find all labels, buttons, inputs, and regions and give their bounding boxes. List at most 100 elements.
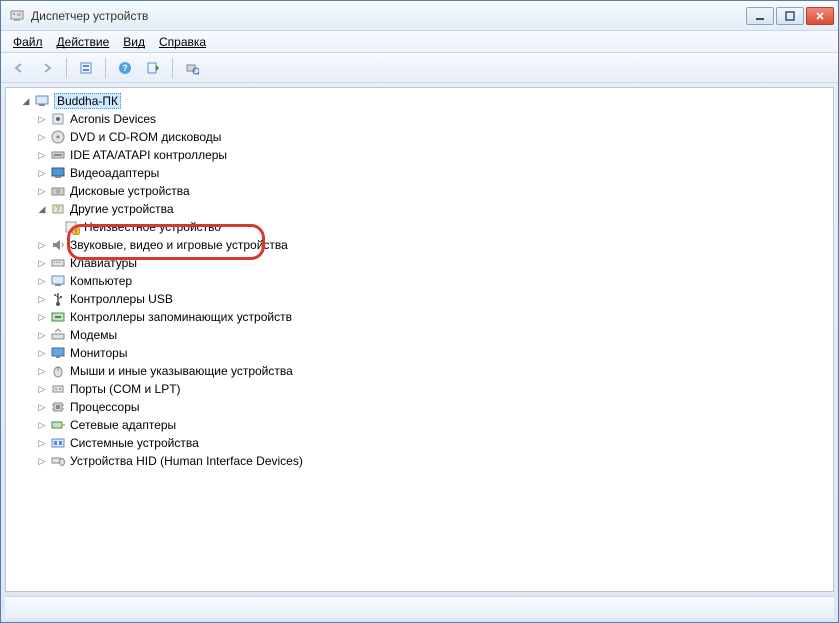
device-icon — [50, 111, 66, 127]
tree-node-label: Компьютер — [70, 274, 132, 288]
tree-node-label: Звуковые, видео и игровые устройства — [70, 238, 288, 252]
tree-node[interactable]: ▷ Acronis Devices — [34, 110, 833, 128]
modem-icon — [50, 327, 66, 343]
keyboard-icon — [50, 255, 66, 271]
tree-node-label: Дисковые устройства — [70, 184, 190, 198]
collapse-icon[interactable]: ◢ — [20, 95, 32, 107]
tree-node[interactable]: ▷ Устройства HID (Human Interface Device… — [34, 452, 833, 470]
tree-node[interactable]: ▷ Сетевые адаптеры — [34, 416, 833, 434]
menu-help[interactable]: Справка — [153, 33, 212, 51]
maximize-button[interactable] — [776, 7, 804, 25]
processor-icon — [50, 399, 66, 415]
svg-text:!: ! — [75, 230, 77, 236]
tree-node[interactable]: ▷ Видеоадаптеры — [34, 164, 833, 182]
window-title: Диспетчер устройств — [31, 9, 746, 23]
tree-node-label: Порты (COM и LPT) — [70, 382, 181, 396]
tree-node-label: Контроллеры запоминающих устройств — [70, 310, 292, 324]
hid-icon — [50, 453, 66, 469]
toolbar-separator — [172, 58, 173, 78]
expand-icon[interactable]: ▷ — [36, 167, 48, 179]
device-tree[interactable]: ◢ Buddha-ПК ▷ Acronis Devices ▷ DVD и CD… — [6, 88, 833, 591]
expand-icon[interactable]: ▷ — [36, 311, 48, 323]
tree-node-label: Acronis Devices — [70, 112, 156, 126]
window-buttons — [746, 7, 834, 25]
expand-icon[interactable]: ▷ — [36, 383, 48, 395]
expand-icon[interactable]: ▷ — [36, 257, 48, 269]
tree-node[interactable]: ▷ IDE ATA/ATAPI контроллеры — [34, 146, 833, 164]
tree-node[interactable]: ▷ Контроллеры USB — [34, 290, 833, 308]
menu-view[interactable]: Вид — [117, 33, 151, 51]
tree-node-label: Модемы — [70, 328, 117, 342]
tree-node[interactable]: ▷ Звуковые, видео и игровые устройства — [34, 236, 833, 254]
tree-node[interactable]: ▷ Системные устройства — [34, 434, 833, 452]
tree-node-label: Устройства HID (Human Interface Devices) — [70, 454, 303, 468]
device-manager-window: Диспетчер устройств Файл Действие Вид Сп… — [0, 0, 839, 623]
tree-root-label[interactable]: Buddha-ПК — [54, 93, 121, 109]
toolbar-separator — [66, 58, 67, 78]
tree-node-label: Системные устройства — [70, 436, 199, 450]
expand-icon[interactable]: ▷ — [36, 131, 48, 143]
tree-node[interactable]: ▷ DVD и CD-ROM дисководы — [34, 128, 833, 146]
tree-node[interactable]: ▷ Мыши и иные указывающие устройства — [34, 362, 833, 380]
usb-icon — [50, 291, 66, 307]
storage-controller-icon — [50, 309, 66, 325]
expand-icon[interactable]: ▷ — [36, 329, 48, 341]
expand-icon[interactable]: ▷ — [36, 239, 48, 251]
ide-icon — [50, 147, 66, 163]
expand-icon[interactable]: ▷ — [36, 149, 48, 161]
tree-node-label: Другие устройства — [70, 202, 174, 216]
tree-node[interactable]: ▷ Модемы — [34, 326, 833, 344]
expand-icon[interactable]: ▷ — [36, 113, 48, 125]
tree-node-label: DVD и CD-ROM дисководы — [70, 130, 221, 144]
expand-icon[interactable]: ▷ — [36, 437, 48, 449]
menu-file[interactable]: Файл — [7, 33, 49, 51]
expand-icon[interactable]: ▷ — [36, 401, 48, 413]
tree-node-label: IDE ATA/ATAPI контроллеры — [70, 148, 227, 162]
tree-root[interactable]: ◢ Buddha-ПК — [18, 92, 833, 110]
toolbar-details-button[interactable] — [74, 57, 98, 79]
tree-node-label: Мониторы — [70, 346, 127, 360]
mouse-icon — [50, 363, 66, 379]
tree-node-label: Контроллеры USB — [70, 292, 173, 306]
tree-node-label: Клавиатуры — [70, 256, 137, 270]
tree-node-unknown-device[interactable]: ! Неизвестное устройство — [62, 218, 833, 236]
toolbar-scan-button[interactable] — [180, 57, 204, 79]
app-icon — [9, 8, 25, 24]
port-icon — [50, 381, 66, 397]
toolbar-separator — [105, 58, 106, 78]
toolbar-export-button[interactable] — [141, 57, 165, 79]
statusbar — [5, 596, 834, 618]
network-adapter-icon — [50, 417, 66, 433]
expand-icon[interactable]: ▷ — [36, 455, 48, 467]
expand-icon[interactable]: ▷ — [36, 275, 48, 287]
tree-node[interactable]: ▷ Дисковые устройства — [34, 182, 833, 200]
toolbar-forward-button[interactable] — [35, 57, 59, 79]
tree-node-label: Неизвестное устройство — [84, 220, 221, 234]
collapse-icon[interactable]: ◢ — [36, 203, 48, 215]
expand-icon[interactable]: ▷ — [36, 185, 48, 197]
svg-text:?: ? — [56, 205, 61, 214]
tree-node[interactable]: ▷ Процессоры — [34, 398, 833, 416]
expand-icon[interactable]: ▷ — [36, 365, 48, 377]
tree-node[interactable]: ▷ Компьютер — [34, 272, 833, 290]
expand-icon[interactable]: ▷ — [36, 293, 48, 305]
tree-node[interactable]: ▷ Мониторы — [34, 344, 833, 362]
minimize-button[interactable] — [746, 7, 774, 25]
toolbar-back-button[interactable] — [7, 57, 31, 79]
tree-node[interactable]: ▷ Клавиатуры — [34, 254, 833, 272]
sound-icon — [50, 237, 66, 253]
tree-node[interactable]: ▷ Порты (COM и LPT) — [34, 380, 833, 398]
toolbar-help-button[interactable]: ? — [113, 57, 137, 79]
computer-icon — [34, 93, 50, 109]
other-devices-icon: ? — [50, 201, 66, 217]
tree-node[interactable]: ◢ ? Другие устройства — [34, 200, 833, 218]
tree-node[interactable]: ▷ Контроллеры запоминающих устройств — [34, 308, 833, 326]
close-button[interactable] — [806, 7, 834, 25]
monitor-icon — [50, 345, 66, 361]
menu-action[interactable]: Действие — [51, 33, 116, 51]
menubar: Файл Действие Вид Справка — [1, 31, 838, 53]
unknown-device-icon: ! — [64, 219, 80, 235]
tree-node-label: Мыши и иные указывающие устройства — [70, 364, 293, 378]
expand-icon[interactable]: ▷ — [36, 419, 48, 431]
expand-icon[interactable]: ▷ — [36, 347, 48, 359]
